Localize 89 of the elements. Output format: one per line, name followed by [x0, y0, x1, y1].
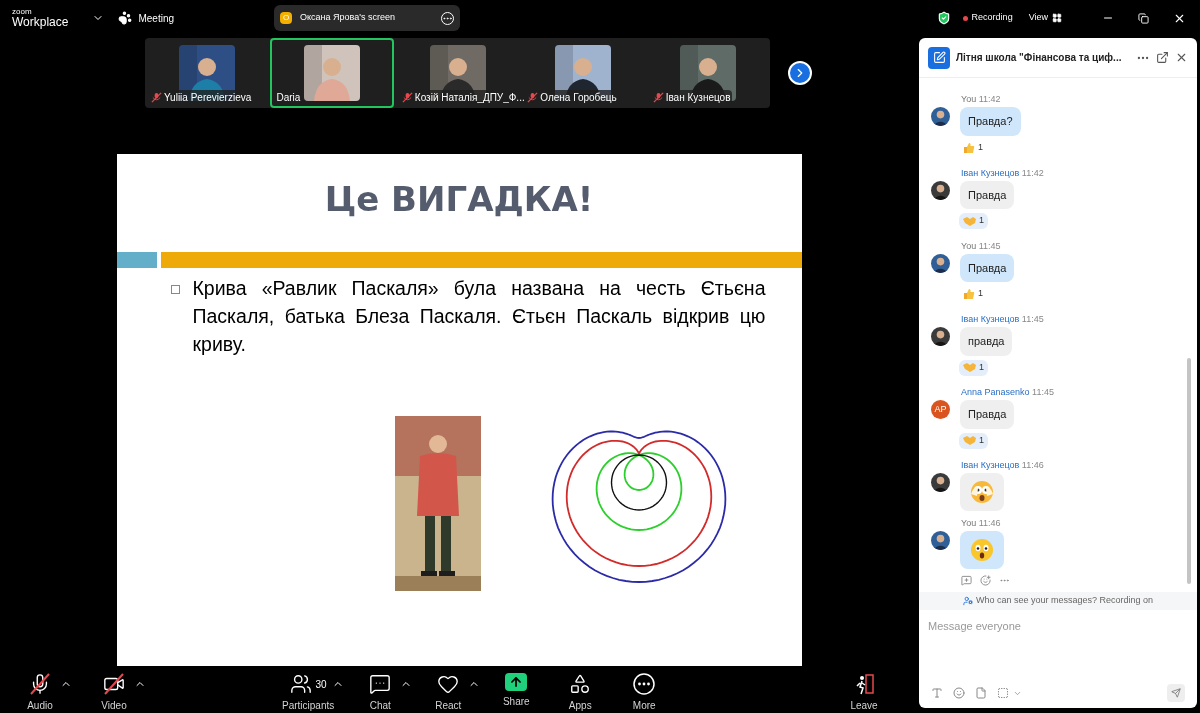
reaction-chip[interactable]: 1: [959, 213, 988, 229]
sharer-avatar: О: [280, 12, 293, 24]
message-bubble: Правда: [960, 400, 1015, 429]
heart-icon: [437, 673, 460, 695]
chat-title: Літня школа "Фінансова та циф...: [956, 51, 1123, 65]
reply-icon[interactable]: [961, 575, 972, 586]
message-time: 11:45: [978, 240, 1001, 251]
grid-icon: [1052, 13, 1062, 23]
sender-name: You: [961, 518, 977, 528]
chat-button[interactable]: Chat: [352, 668, 409, 713]
privacy-notice[interactable]: Who can see your messages? Recording on: [919, 591, 1197, 610]
sender-name: You: [961, 240, 977, 251]
reaction-chip[interactable]: 1: [959, 139, 987, 156]
chat-icon: [369, 673, 392, 695]
message-bubble: Правда: [960, 180, 1015, 209]
video-tile[interactable]: Іван Кузнецов: [646, 38, 771, 108]
logo-small: zoom: [12, 8, 33, 16]
shield-icon[interactable]: [936, 11, 951, 25]
avatar: [931, 531, 950, 550]
pop-out-icon[interactable]: [1156, 51, 1169, 64]
chat-icon: [928, 46, 950, 69]
sender-name: Anna Panasenko: [961, 387, 1030, 397]
participant-name: Іван Кузнецов: [665, 91, 731, 105]
peeking-face-icon: [970, 480, 994, 504]
leave-button[interactable]: Leave: [836, 668, 892, 713]
user-settings-icon: [962, 595, 973, 606]
message-time: 11:42: [978, 94, 1001, 104]
message-time: 11:45: [1021, 314, 1044, 324]
participant-name: Олена Горобець: [540, 91, 617, 105]
video-tile[interactable]: Daria: [270, 38, 394, 108]
message-time: 11:46: [978, 518, 1001, 528]
share-pill[interactable]: О Оксана Ярова's screen: [274, 5, 461, 31]
reaction-chip[interactable]: 1: [959, 286, 987, 302]
message-bubble: Правда: [960, 253, 1015, 282]
participants-button[interactable]: 30 Participants: [276, 668, 341, 713]
next-page-button[interactable]: [788, 61, 812, 85]
thumbs-up-icon: [963, 288, 975, 300]
screenshot-icon[interactable]: [997, 687, 1009, 699]
view-button[interactable]: View: [1028, 11, 1062, 25]
meeting-button[interactable]: Meeting: [118, 10, 175, 26]
slide-title: Це ВИГАДКА!: [323, 178, 595, 221]
close-icon[interactable]: [1175, 51, 1188, 64]
participant-name: Yuliia Perevierzieva: [164, 91, 252, 105]
participant-name: Daria: [276, 91, 301, 105]
bullet-icon: [170, 285, 180, 294]
participant-count: 30: [315, 677, 327, 692]
share-label: Оксана Ярова's screen: [300, 11, 396, 25]
message-time: 11:45: [1032, 387, 1054, 397]
recording-label[interactable]: Recording: [971, 11, 1013, 25]
avatar: [931, 253, 950, 273]
video-button[interactable]: Video: [86, 668, 142, 713]
sender-name: Іван Кузнецов: [961, 314, 1020, 324]
message-bubble: Правда?: [960, 107, 1021, 136]
message-time: 11:46: [1021, 460, 1044, 470]
share-button[interactable]: Share: [488, 668, 545, 709]
apps-button[interactable]: Apps: [552, 668, 609, 713]
message-bubble: правда: [960, 327, 1013, 356]
message-time: 11:42: [1021, 167, 1044, 178]
add-reaction-icon[interactable]: [980, 575, 991, 586]
accent-bar: [116, 252, 157, 268]
bullet-text: Крива «Равлик Паскаля» була названа на честь Єтьєна Паскаля, батька Блеза Паскаля. Єтьєн Паскаль відкрив цю криву.: [192, 276, 766, 357]
send-button[interactable]: [1167, 684, 1185, 702]
react-button[interactable]: React: [420, 668, 477, 713]
sender-name: Іван Кузнецов: [961, 167, 1020, 178]
more-button[interactable]: More: [616, 668, 673, 713]
participants-icon: [289, 673, 312, 695]
avatar: [931, 327, 950, 346]
emoji-icon[interactable]: [953, 687, 965, 699]
restore-icon[interactable]: [1138, 12, 1149, 24]
avatar: [931, 473, 950, 492]
scrollbar[interactable]: [1187, 358, 1191, 584]
message-input[interactable]: Message everyone: [928, 617, 1188, 634]
avatar: [931, 180, 950, 200]
paw-icon: [118, 11, 133, 25]
sender-name: You: [961, 94, 977, 104]
audio-button[interactable]: Audio: [12, 668, 68, 713]
send-icon: [1171, 688, 1181, 698]
video-tile[interactable]: Yuliia Perevierzieva: [145, 38, 269, 108]
avatar: [931, 107, 950, 126]
logo-text: Workplace: [12, 16, 69, 28]
apps-icon: [569, 673, 592, 695]
more-icon: [633, 673, 656, 695]
reaction-chip[interactable]: 1: [959, 359, 988, 376]
sender-name: Іван Кузнецов: [961, 460, 1020, 470]
thumbs-up-icon: [963, 141, 975, 154]
reaction-chip[interactable]: 1: [959, 432, 988, 449]
share-icon: [505, 673, 528, 691]
astonished-face-icon: [970, 538, 994, 562]
avatar: AP: [931, 400, 950, 419]
